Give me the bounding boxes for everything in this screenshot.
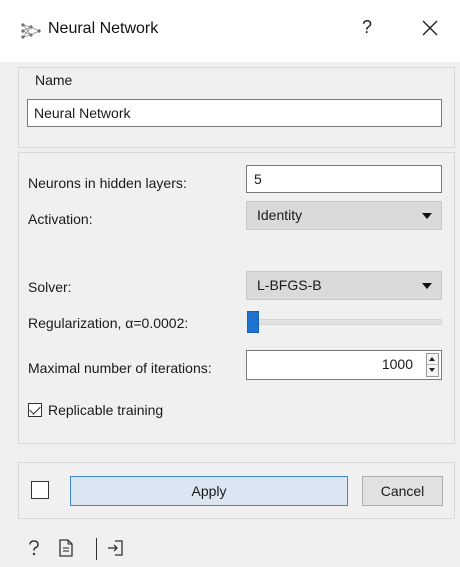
regularization-slider-track[interactable]	[249, 319, 442, 325]
auto-apply-checkbox[interactable]	[31, 481, 49, 499]
status-separator	[96, 538, 97, 560]
name-legend: Name	[35, 72, 73, 88]
solver-label: Solver:	[28, 279, 72, 295]
max-iterations-spinbox[interactable]: 1000	[246, 350, 442, 380]
close-icon[interactable]	[416, 14, 444, 42]
spin-buttons	[426, 353, 439, 377]
solver-select[interactable]: L-BFGS-B	[246, 271, 442, 300]
name-input[interactable]: Neural Network	[27, 99, 442, 127]
action-bar: Apply Cancel	[18, 462, 455, 519]
neural-network-icon	[21, 23, 41, 39]
window-title: Neural Network	[48, 20, 159, 37]
report-icon[interactable]	[56, 538, 76, 558]
apply-button[interactable]: Apply	[70, 476, 348, 506]
max-iterations-value: 1000	[381, 356, 413, 372]
output-icon[interactable]	[106, 538, 126, 558]
parameters-group: Neurons in hidden layers: 5 Activation: …	[18, 152, 455, 444]
status-bar	[0, 530, 460, 567]
help-icon[interactable]	[24, 538, 44, 558]
replicable-training-checkbox[interactable]	[28, 403, 42, 417]
replicable-training-label: Replicable training	[48, 402, 164, 418]
regularization-label: Regularization, α=0.0002:	[28, 315, 189, 331]
spin-up-icon[interactable]	[427, 354, 438, 365]
activation-select[interactable]: Identity	[246, 201, 442, 230]
activation-value: Identity	[257, 207, 303, 223]
help-button[interactable]: ?	[356, 17, 378, 38]
title-bar: Neural Network ?	[0, 0, 460, 62]
regularization-slider-handle[interactable]	[247, 311, 259, 333]
max-iterations-label: Maximal number of iterations:	[28, 360, 212, 376]
activation-label: Activation:	[28, 211, 93, 227]
chevron-down-icon	[422, 283, 432, 289]
hidden-layers-input[interactable]: 5	[246, 165, 442, 193]
cancel-button[interactable]: Cancel	[362, 476, 443, 506]
solver-value: L-BFGS-B	[257, 277, 322, 293]
spin-down-icon[interactable]	[427, 365, 438, 376]
hidden-layers-label: Neurons in hidden layers:	[28, 175, 187, 191]
chevron-down-icon	[422, 213, 432, 219]
name-group: Name Neural Network	[18, 67, 455, 148]
